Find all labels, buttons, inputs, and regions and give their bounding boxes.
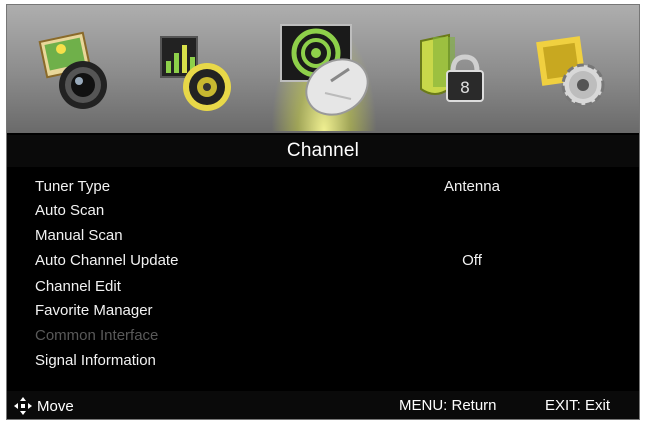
- menu-item-label: Tuner Type: [35, 178, 111, 195]
- menu-item-label: Manual Scan: [35, 227, 123, 244]
- menu-item-value: Off: [462, 252, 482, 269]
- setup-gear-icon[interactable]: [527, 27, 617, 117]
- footer-hints: Move MENU: Return EXIT: Exit: [7, 391, 639, 419]
- menu-item-label: Favorite Manager: [35, 302, 153, 319]
- category-icon-bar: 8: [7, 5, 639, 133]
- menu-item-label: Auto Scan: [35, 202, 105, 219]
- menu-item-common-interface: Common Interface: [7, 324, 639, 348]
- exit-hint: EXIT: Exit: [545, 397, 611, 414]
- menu-item-auto-scan[interactable]: Auto Scan: [7, 199, 639, 223]
- move-label: Move: [37, 397, 74, 415]
- menu-return-hint: MENU: Return: [399, 397, 497, 414]
- tv-osd-menu: 8 Channel Tuner Type Antenna Auto Scan M…: [6, 4, 640, 420]
- menu-item-signal-information[interactable]: Signal Information: [7, 349, 639, 373]
- menu-item-label: Common Interface: [35, 327, 159, 344]
- four-way-arrows-icon: [14, 397, 32, 415]
- menu-item-manual-scan[interactable]: Manual Scan: [7, 224, 639, 248]
- move-hint: Move: [13, 396, 74, 416]
- channel-menu: Tuner Type Antenna Auto Scan Manual Scan…: [7, 167, 639, 387]
- menu-item-tuner-type[interactable]: Tuner Type Antenna: [7, 175, 639, 199]
- lock-icon[interactable]: 8: [407, 27, 497, 117]
- svg-text:8: 8: [460, 78, 470, 97]
- picture-icon[interactable]: [35, 27, 125, 117]
- sound-icon[interactable]: [151, 27, 241, 117]
- page-title: Channel: [7, 135, 639, 167]
- menu-item-auto-channel-update[interactable]: Auto Channel Update Off: [7, 249, 639, 273]
- menu-item-channel-edit[interactable]: Channel Edit: [7, 275, 639, 299]
- menu-item-label: Channel Edit: [35, 278, 121, 295]
- menu-item-favorite-manager[interactable]: Favorite Manager: [7, 299, 639, 323]
- menu-item-value: Antenna: [444, 178, 500, 195]
- menu-item-label: Signal Information: [35, 352, 156, 369]
- channel-satellite-dish-icon[interactable]: [271, 19, 377, 131]
- menu-item-label: Auto Channel Update: [35, 252, 179, 269]
